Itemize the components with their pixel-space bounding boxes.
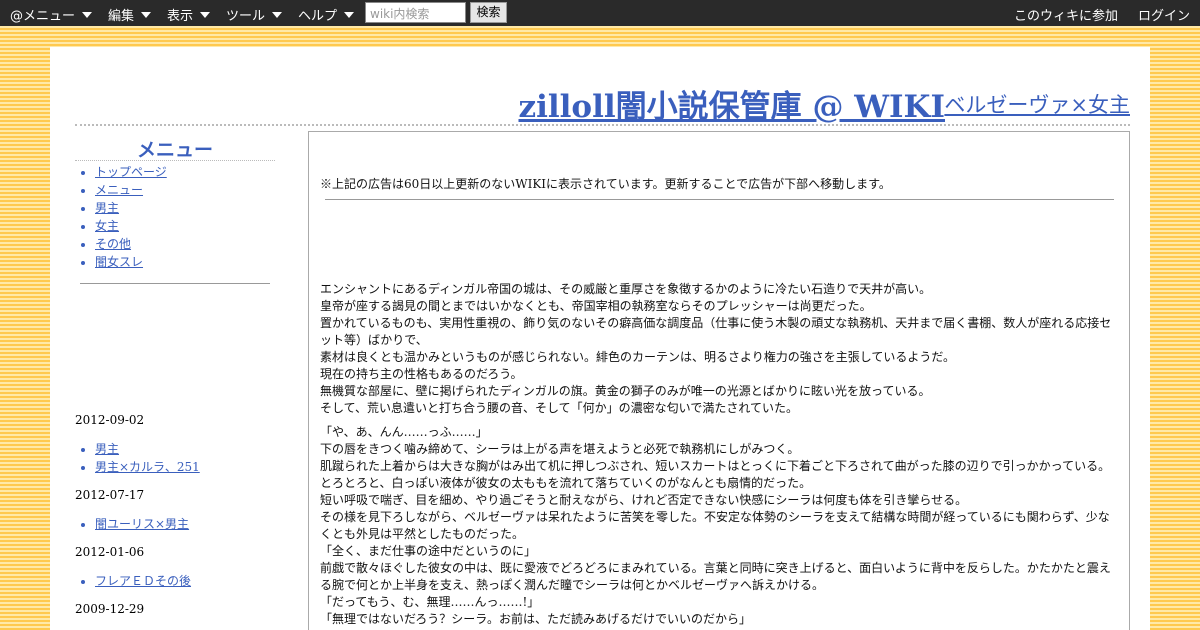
story-line: 「だってもう、む、無理……んっ……!」 xyxy=(320,595,540,609)
list-item: 男主×カルラ、251 xyxy=(95,458,200,476)
chevron-down-icon xyxy=(344,11,355,18)
story-line: 現在の持ち主の性格もあるのだろう。 xyxy=(320,367,523,381)
menu-label: ツール xyxy=(226,9,266,24)
chevron-down-icon xyxy=(272,11,283,18)
menu-view[interactable]: 表示 xyxy=(167,5,211,24)
story-line: 素材は良くとも温かみというものが感じられない。緋色のカーテンは、明るさより権力の… xyxy=(320,350,956,364)
sidebar-divider xyxy=(80,283,270,284)
list-item: フレアＥＤその後 xyxy=(95,572,191,590)
login-link[interactable]: ログイン xyxy=(1138,5,1190,24)
sidebar-link[interactable]: トップページ xyxy=(95,165,167,179)
story-line: とろとろと、白っぽい液体が彼女の太ももを流れて落ちていくのがなんとも扇情的だった… xyxy=(320,476,812,490)
update-link[interactable]: フレアＥＤその後 xyxy=(95,574,191,588)
story-line: 「無理ではないだろう？シーラ。お前は、ただ読みあげるだけでいいのだから」 xyxy=(320,612,752,626)
story-line: 肌蹴られた上着からは大きな胸がはみ出て机に押しつぶされ、短いスカートはとっくに下… xyxy=(320,459,1111,473)
main-content: ※上記の広告は60日以上更新のないWIKIに表示されています。更新することで広告… xyxy=(308,131,1130,630)
sidebar-link[interactable]: 闇女スレ xyxy=(95,255,143,269)
chevron-down-icon xyxy=(141,11,152,18)
story-line: 短い呼吸で喘ぎ、目を細め、やり過ごそうと耐えながら、けれど否定できない快感にシー… xyxy=(320,493,968,507)
ad-notice: ※上記の広告は60日以上更新のないWIKIに表示されています。更新することで広告… xyxy=(320,177,891,191)
sidebar-item-other: その他 xyxy=(95,235,275,253)
story-line: その様を見下ろしながら、ベルゼーヴァは呆れたように苦笑を零した。不安定な体勢のシ… xyxy=(320,510,1110,541)
list-item: 闇ユーリス×男主 xyxy=(95,515,189,533)
story-line: そして、荒い息遣いと打ち合う腰の音、そして「何か」の濃密な匂いで満たされていた。 xyxy=(320,401,798,415)
menu-label: ヘルプ xyxy=(298,9,338,24)
sidebar-heading: メニュー xyxy=(75,135,275,161)
sidebar-menu: メニュー トップページ メニュー 男主 女主 その他 闇女スレ xyxy=(75,135,275,284)
update-list: 闇ユーリス×男主 xyxy=(75,515,189,533)
story-line: 「全く、まだ仕事の途中だというのに」 xyxy=(320,544,537,558)
sidebar-item-thread: 闇女スレ xyxy=(95,253,275,271)
page-title-link[interactable]: ベルゼーヴァ×女主 xyxy=(944,89,1130,119)
wiki-search-input[interactable]: wiki内検索 xyxy=(365,2,466,23)
story-line: 下の唇をきつく噛み締めて、シーラは上がる声を堪えようと必死で執務机にしがみつく。 xyxy=(320,442,800,456)
update-date: 2012-07-17 xyxy=(75,488,145,502)
chevron-down-icon xyxy=(82,11,93,18)
list-item: 男主 xyxy=(95,440,200,458)
story-line: 前戯で散々ほぐした彼女の中は、既に愛液でどろどろにまみれている。言葉と同時に突き… xyxy=(320,561,1111,592)
sidebar-link[interactable]: 男主 xyxy=(95,201,119,215)
story-line: 皇帝が座する謁見の間とまではいかなくとも、帝国宰相の執務室ならそのプレッシャーは… xyxy=(320,299,872,313)
update-list: フレアＥＤその後 xyxy=(75,572,191,590)
update-date: 2012-09-02 xyxy=(75,413,145,427)
content-divider xyxy=(325,199,1114,200)
sidebar-link[interactable]: その他 xyxy=(95,237,131,251)
site-title-link[interactable]: zilloll闇小説保管庫 @ WIKI xyxy=(518,81,945,126)
update-date: 2012-01-06 xyxy=(75,545,145,559)
menu-help[interactable]: ヘルプ xyxy=(298,5,355,24)
story-line: 置かれているものも、実用性重視の、飾り気のないその癖高価な調度品（仕事に使う木製… xyxy=(320,316,1112,347)
page-container: zilloll闇小説保管庫 @ WIKI ベルゼーヴァ×女主 メニュー トップペ… xyxy=(50,47,1150,630)
update-link[interactable]: 男主 xyxy=(95,442,119,456)
sidebar-link[interactable]: メニュー xyxy=(95,183,143,197)
sidebar-item-menu: メニュー xyxy=(95,181,275,199)
sidebar-link[interactable]: 女主 xyxy=(95,219,119,233)
update-link[interactable]: 男主×カルラ、251 xyxy=(95,460,200,474)
sidebar-item-top: トップページ xyxy=(95,163,275,181)
top-navbar: @メニュー 編集 表示 ツール ヘルプ wiki内検索 検索 このウィキに参加 … xyxy=(0,0,1200,26)
menu-label: @メニュー xyxy=(10,9,76,24)
search-button[interactable]: 検索 xyxy=(470,2,507,23)
update-date: 2009-12-29 xyxy=(75,602,145,616)
menu-label: 表示 xyxy=(167,9,194,24)
story-line: エンシャントにあるディンガル帝国の城は、その威厳と重厚さを象徴するかのように冷た… xyxy=(320,282,932,296)
story-line: 「や、あ、んん……っふ……」 xyxy=(320,425,488,439)
menu-edit[interactable]: 編集 xyxy=(108,5,152,24)
sidebar-item-male: 男主 xyxy=(95,199,275,217)
join-wiki-link[interactable]: このウィキに参加 xyxy=(1014,5,1118,24)
story-text: エンシャントにあるディンガル帝国の城は、その威厳と重厚さを象徴するかのように冷た… xyxy=(320,281,1115,628)
update-link[interactable]: 闇ユーリス×男主 xyxy=(95,517,189,531)
update-list: 男主 男主×カルラ、251 xyxy=(75,440,200,476)
sidebar-item-female: 女主 xyxy=(95,217,275,235)
sidebar-menu-list: トップページ メニュー 男主 女主 その他 闇女スレ xyxy=(95,163,275,271)
menu-tools[interactable]: ツール xyxy=(226,5,283,24)
story-line: 無機質な部屋に、壁に掲げられたディンガルの旗。黄金の獅子のみが唯一の光源とばかり… xyxy=(320,384,931,398)
menu-label: 編集 xyxy=(108,9,135,24)
chevron-down-icon xyxy=(200,11,211,18)
menu-atwiki[interactable]: @メニュー xyxy=(10,5,93,24)
site-header: zilloll闇小説保管庫 @ WIKI ベルゼーヴァ×女主 xyxy=(75,81,1130,126)
